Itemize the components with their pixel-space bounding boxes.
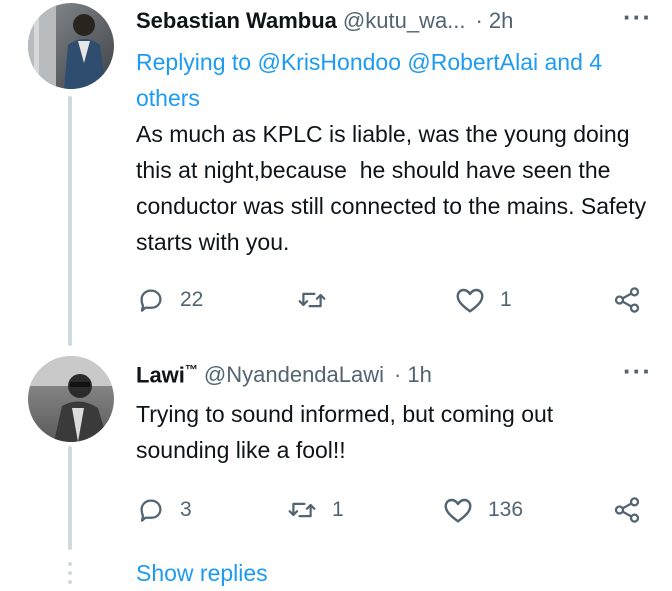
thread-dots <box>67 562 73 589</box>
reply-icon <box>140 499 162 522</box>
like-button[interactable]: 136 <box>442 495 523 525</box>
thread-line <box>68 96 72 346</box>
reply-button[interactable]: 3 <box>136 495 192 525</box>
reply-icon <box>140 289 162 312</box>
show-replies-link[interactable]: Show replies <box>136 560 268 587</box>
like-count: 1 <box>500 288 512 311</box>
tweet-text: Trying to sound informed, but coming out… <box>136 401 560 463</box>
author-name[interactable]: Lawi™ <box>136 362 198 388</box>
replying-to-label: Replying to <box>136 49 252 75</box>
tweet-actions: 3 1 136 <box>136 490 652 530</box>
author-handle[interactable]: @kutu_wa... <box>343 8 466 34</box>
tweet-thread: Sebastian Wambua @kutu_wa... · 2h ··· Re… <box>0 0 672 591</box>
author-handle[interactable]: @NyandendaLawi <box>204 362 384 388</box>
share-button[interactable] <box>612 495 642 525</box>
retweet-icon <box>298 292 326 308</box>
tweet-actions: 22 1 <box>136 280 652 320</box>
timestamp[interactable]: 2h <box>489 8 513 34</box>
timestamp[interactable]: 1h <box>407 362 431 388</box>
separator: · <box>394 362 402 387</box>
tweet-header: Lawi™ @NyandendaLawi · 1h ··· <box>136 354 652 396</box>
reply-button[interactable]: 22 <box>136 285 203 315</box>
tweet-header: Sebastian Wambua @kutu_wa... · 2h ··· <box>136 0 652 42</box>
reply-count: 3 <box>180 498 192 521</box>
author-name-text: Lawi <box>136 362 185 388</box>
trademark-symbol: ™ <box>184 361 198 377</box>
like-icon <box>444 498 472 523</box>
like-button[interactable]: 1 <box>454 285 512 315</box>
tweet[interactable]: Lawi™ @NyandendaLawi · 1h ··· Trying to … <box>136 354 652 523</box>
share-icon <box>614 287 640 313</box>
thread-line <box>68 446 72 550</box>
retweet-button[interactable]: 1 <box>286 495 344 525</box>
avatar-lawi[interactable] <box>28 356 114 442</box>
replying-to: Replying to @KrisHondoo @RobertAlai and … <box>136 44 652 116</box>
more-icon[interactable]: ··· <box>623 4 652 38</box>
reply-count: 22 <box>180 288 204 311</box>
retweet-count: 1 <box>332 498 344 521</box>
retweet-button[interactable] <box>296 285 342 315</box>
share-icon <box>614 497 640 523</box>
tweet-text: As much as KPLC is liable, was the young… <box>136 121 653 255</box>
like-icon <box>456 288 484 313</box>
like-count: 136 <box>488 498 524 521</box>
tweet[interactable]: Sebastian Wambua @kutu_wa... · 2h ··· Re… <box>136 0 653 313</box>
author-name[interactable]: Sebastian Wambua <box>136 8 337 34</box>
avatar-sebastian[interactable] <box>28 3 114 89</box>
more-icon[interactable]: ··· <box>623 358 652 392</box>
share-button[interactable] <box>612 285 642 315</box>
retweet-icon <box>288 502 316 518</box>
separator: · <box>475 8 483 33</box>
